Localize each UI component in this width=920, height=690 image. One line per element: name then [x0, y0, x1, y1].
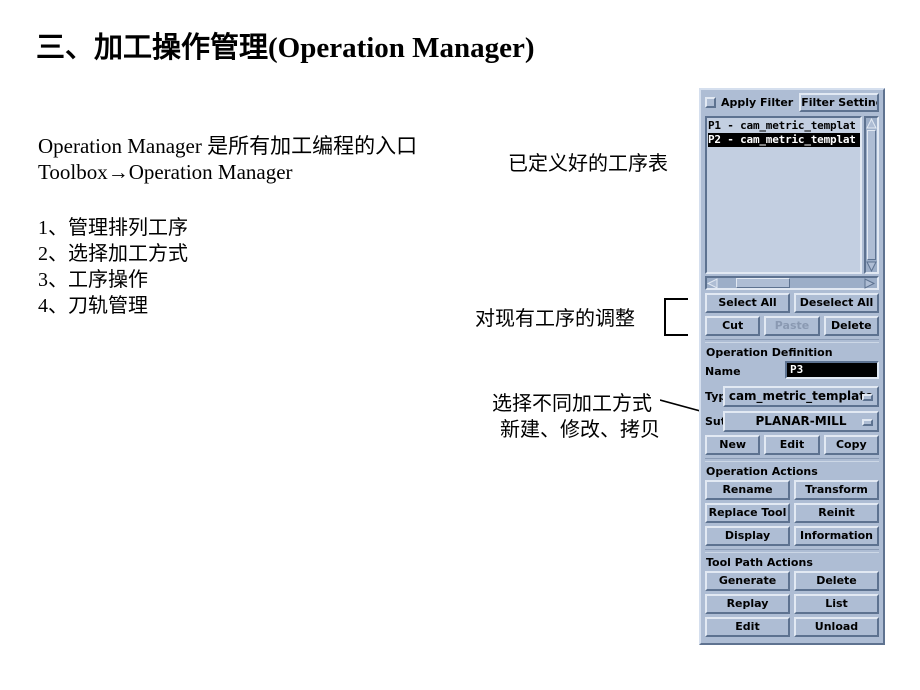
cut-button[interactable]: Cut: [705, 316, 761, 336]
select-all-button[interactable]: Select All: [705, 293, 790, 313]
display-button[interactable]: Display: [705, 526, 790, 546]
name-input[interactable]: P3: [785, 361, 879, 379]
callout-adjust-existing: 对现有工序的调整: [475, 308, 635, 330]
tool-path-delete-button[interactable]: Delete: [794, 571, 879, 591]
unload-button[interactable]: Unload: [794, 617, 879, 637]
operation-actions-row: Rename Transform: [705, 480, 879, 500]
operation-manager-dialog: Apply Filter Filter Setting P1 - cam_met…: [699, 88, 885, 645]
horizontal-scrollbar-thumb[interactable]: [736, 278, 790, 288]
operation-actions-row: Replace Tool Reinit: [705, 503, 879, 523]
filter-row: Apply Filter Filter Setting: [705, 93, 879, 112]
deselect-all-button[interactable]: Deselect All: [794, 293, 879, 313]
callout-select-method: 选择不同加工方式 新建、修改、拷贝: [492, 391, 660, 443]
chevron-down-icon: [862, 418, 873, 426]
type-option-value: cam_metric_template: [728, 389, 874, 403]
tool-path-actions-row: Generate Delete: [705, 571, 879, 591]
operation-actions-title: Operation Actions: [706, 465, 818, 478]
name-row: Name P3: [705, 361, 879, 381]
intro-line-1: Operation Manager 是所有加工编程的入口: [38, 134, 418, 158]
operation-actions-row: Display Information: [705, 526, 879, 546]
operation-definition-title: Operation Definition: [706, 346, 833, 359]
subtype-option-value: PLANAR-MILL: [755, 414, 847, 428]
filter-setting-button[interactable]: Filter Setting: [799, 93, 879, 112]
scroll-right-arrow-icon[interactable]: [864, 277, 877, 289]
subtype-option-menu[interactable]: PLANAR-MILL: [723, 410, 879, 432]
apply-filter-label: Apply Filter: [721, 96, 794, 109]
paste-button: Paste: [764, 316, 820, 336]
subtype-label: Sut: [705, 414, 723, 428]
tool-path-actions-title: Tool Path Actions: [706, 556, 813, 569]
list-item: 4、刀轨管理: [38, 295, 148, 317]
definition-button-row: New Edit Copy: [705, 435, 879, 455]
intro-line-2: Toolbox→Operation Manager: [38, 160, 293, 184]
horizontal-scrollbar[interactable]: [705, 276, 879, 290]
page-title: 三、加工操作管理(Operation Manager): [36, 32, 535, 64]
list-item: 1、管理排列工序: [38, 217, 188, 239]
clipboard-button-row: Cut Paste Delete: [705, 316, 879, 336]
list-button[interactable]: List: [794, 594, 879, 614]
edit-button[interactable]: Edit: [764, 435, 820, 455]
scroll-left-arrow-icon[interactable]: [707, 277, 720, 289]
callout-select-method-line-2: 新建、修改、拷贝: [500, 419, 660, 441]
rename-button[interactable]: Rename: [705, 480, 790, 500]
tool-path-actions-row: Replay List: [705, 594, 879, 614]
callout-bracket: [664, 298, 688, 336]
new-button[interactable]: New: [705, 435, 761, 455]
operation-list-container: P1 - cam_metric_templat P2 - cam_metric_…: [705, 116, 879, 274]
subtype-row: Sut PLANAR-MILL: [705, 410, 879, 432]
chevron-down-icon: [862, 393, 873, 401]
generate-button[interactable]: Generate: [705, 571, 790, 591]
replace-tool-button[interactable]: Replace Tool: [705, 503, 790, 523]
vertical-scrollbar[interactable]: [864, 116, 879, 274]
divider: [705, 549, 879, 553]
type-option-menu[interactable]: cam_metric_template: [723, 385, 879, 407]
scroll-down-arrow-icon[interactable]: [866, 261, 877, 272]
intro-paragraph: Operation Manager 是所有加工编程的入口 Toolbox→Ope…: [38, 133, 417, 185]
information-button[interactable]: Information: [794, 526, 879, 546]
feature-list: 1、管理排列工序 2、选择加工方式 3、工序操作 4、刀轨管理: [38, 215, 188, 319]
tool-path-actions-row: Edit Unload: [705, 617, 879, 637]
list-item[interactable]: P2 - cam_metric_templat: [708, 133, 860, 147]
reinit-button[interactable]: Reinit: [794, 503, 879, 523]
apply-filter-checkbox[interactable]: [705, 97, 716, 108]
callout-select-method-line-1: 选择不同加工方式: [492, 393, 652, 415]
type-label: Typ: [705, 389, 723, 403]
divider: [705, 458, 879, 462]
list-item[interactable]: P1 - cam_metric_templat: [708, 119, 860, 133]
name-label: Name: [705, 364, 741, 378]
scroll-up-arrow-icon[interactable]: [866, 118, 877, 129]
vertical-scrollbar-thumb[interactable]: [867, 130, 876, 260]
type-row: Typ cam_metric_template: [705, 385, 879, 407]
tool-path-edit-button[interactable]: Edit: [705, 617, 790, 637]
list-item: 2、选择加工方式: [38, 243, 188, 265]
callout-operation-list: 已定义好的工序表: [508, 153, 668, 175]
delete-button[interactable]: Delete: [823, 316, 879, 336]
operation-list[interactable]: P1 - cam_metric_templat P2 - cam_metric_…: [705, 116, 862, 274]
replay-button[interactable]: Replay: [705, 594, 790, 614]
copy-button[interactable]: Copy: [823, 435, 879, 455]
selection-button-row: Select All Deselect All: [705, 293, 879, 313]
transform-button[interactable]: Transform: [794, 480, 879, 500]
list-item: 3、工序操作: [38, 269, 148, 291]
divider: [705, 339, 879, 343]
